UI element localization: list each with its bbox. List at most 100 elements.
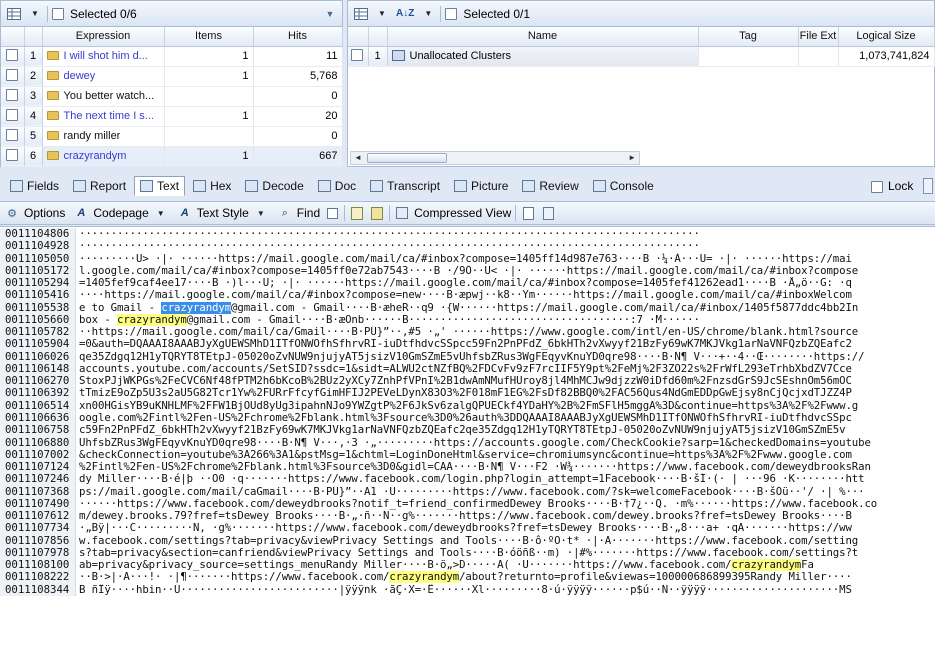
compressed-view-button[interactable]: Compressed View: [414, 206, 511, 220]
row-checkbox-cell[interactable]: [348, 46, 369, 67]
chevron-down-icon[interactable]: ▼: [253, 204, 269, 222]
header-name[interactable]: Name: [387, 27, 699, 47]
table-row[interactable]: 6 crazyrandym 1 667: [1, 146, 343, 167]
table-row[interactable]: 1 Unallocated Clusters 1,073,741,824: [348, 46, 935, 67]
panel-menu-icon[interactable]: ▼: [322, 5, 338, 23]
row-checkbox[interactable]: [6, 128, 18, 141]
lock-checkbox[interactable]: [871, 181, 883, 193]
line-offset: 0011105416: [0, 289, 76, 302]
toolbar-divider: [344, 205, 346, 221]
scroll-left-arrow[interactable]: ◄: [354, 153, 362, 162]
expression-cell[interactable]: You better watch...: [42, 86, 165, 107]
row-checkbox-cell[interactable]: [1, 66, 25, 87]
entries-table: Name Tag File Ext Logical Size 1 Unalloca…: [348, 27, 935, 67]
expression-cell[interactable]: The next time I s...: [42, 106, 165, 127]
table-row[interactable]: 5 randy miller 0: [1, 126, 343, 147]
options-button[interactable]: Options: [24, 206, 65, 220]
line-text: &checkConnection=youtube%3A266%3A1&pstMs…: [76, 449, 852, 461]
grid-icon[interactable]: [352, 5, 370, 23]
page-settings-icon[interactable]: [540, 204, 556, 222]
header-tag[interactable]: Tag: [698, 27, 799, 47]
tab-transcript-icon: [370, 180, 384, 192]
compressed-view-icon[interactable]: [394, 204, 410, 222]
header-logical-size[interactable]: Logical Size: [838, 27, 935, 47]
row-checkbox[interactable]: [6, 68, 18, 81]
tab-fields[interactable]: Fields: [4, 176, 65, 196]
line-text: ··B·>|·A···!· ·|¶·······https://www.face…: [76, 571, 852, 584]
scroll-right-arrow[interactable]: ►: [628, 153, 636, 162]
row-checkbox[interactable]: [6, 108, 18, 121]
expression-cell[interactable]: dewey: [42, 66, 165, 87]
text-line: 0011105904 =0&auth=DQAAAI8AAABJyXgUEWSMhD…: [0, 338, 935, 351]
chevron-down-icon[interactable]: ▼: [420, 5, 436, 23]
chevron-down-icon[interactable]: ▼: [153, 204, 169, 222]
name-cell[interactable]: Unallocated Clusters: [387, 46, 699, 67]
tab-text[interactable]: Text: [134, 176, 186, 196]
row-checkbox-cell[interactable]: [1, 106, 25, 127]
table-row[interactable]: 3 You better watch... 0: [1, 86, 343, 107]
tab-review[interactable]: Review: [516, 176, 584, 196]
page-icon[interactable]: [520, 204, 536, 222]
codepage-button[interactable]: Codepage: [93, 206, 148, 220]
expression-cell[interactable]: I will shot him d...: [42, 46, 165, 67]
line-offset: 0011107734: [0, 522, 76, 535]
header-items[interactable]: Items: [164, 27, 254, 47]
row-checkbox[interactable]: [6, 148, 18, 161]
tab-report[interactable]: Report: [67, 176, 132, 196]
search-results-table: Expression Items Hits 1 I will shot him d…: [1, 27, 343, 167]
chevron-down-icon[interactable]: ▼: [27, 5, 43, 23]
find-button[interactable]: Find: [297, 206, 320, 220]
line-offset: 0011106636: [0, 411, 76, 425]
row-checkbox[interactable]: [6, 48, 18, 61]
row-checkbox[interactable]: [6, 88, 18, 101]
tab-transcript[interactable]: Transcript: [364, 176, 446, 196]
table-row[interactable]: 1I will shot him d... 1 11: [1, 46, 343, 67]
header-file-ext[interactable]: File Ext: [798, 27, 839, 47]
line-offset: 0011108100: [0, 559, 76, 572]
text-style-button[interactable]: Text Style: [197, 206, 249, 220]
header-expression[interactable]: Expression: [42, 27, 165, 47]
bookmark-icon[interactable]: [369, 204, 385, 222]
select-all-checkbox[interactable]: [445, 7, 458, 20]
sort-az-icon[interactable]: A↓Z: [394, 5, 416, 23]
line-text: ········································…: [76, 228, 700, 240]
unallocated-clusters-icon: [391, 50, 405, 61]
options-icon[interactable]: ⚙: [4, 204, 20, 222]
text-content-area[interactable]: 0011104806 ······························…: [0, 226, 935, 647]
grid-icon[interactable]: [5, 5, 23, 23]
expression-cell[interactable]: crazyrandym: [42, 146, 165, 167]
chevron-down-icon[interactable]: ▼: [374, 5, 390, 23]
selected-count: Selected 0/6: [70, 6, 137, 21]
line-text: %2Fintl%2Fen-US%2Fchrome%2Fblank.html%3F…: [76, 461, 871, 473]
row-checkbox-cell[interactable]: [1, 46, 25, 67]
horizontal-scrollbar[interactable]: ◄ ►: [350, 151, 640, 165]
line-text: l.google.com/mail/ca/#inbox?compose=1405…: [76, 265, 858, 277]
table-row[interactable]: 2 dewey 1 5,768: [1, 66, 343, 87]
tab-hex[interactable]: Hex: [187, 176, 237, 196]
scroll-thumb[interactable]: [367, 153, 447, 163]
tab-console[interactable]: Console: [587, 176, 660, 196]
row-checkbox-cell[interactable]: [1, 86, 25, 107]
copy-icon[interactable]: [324, 204, 340, 222]
row-checkbox[interactable]: [351, 48, 363, 61]
expression-cell[interactable]: randy miller: [42, 126, 165, 147]
text-style-icon[interactable]: A: [177, 204, 193, 222]
text-line: 0011108344 B ñÎÿ····hbin··Ú··············…: [0, 583, 935, 596]
row-number: 5: [24, 126, 43, 147]
binoculars-icon[interactable]: ⌕: [277, 204, 293, 222]
codepage-icon[interactable]: A: [73, 204, 89, 222]
export-icon[interactable]: [349, 204, 365, 222]
table-header-row: Expression Items Hits: [1, 27, 343, 47]
tab-doc[interactable]: Doc: [312, 176, 362, 196]
expression-text: dewey: [63, 70, 96, 82]
tab-picture[interactable]: Picture: [448, 176, 514, 196]
table-row[interactable]: 4 The next time I s... 1 20: [1, 106, 343, 127]
tab-decode[interactable]: Decode: [239, 176, 309, 196]
row-checkbox-cell[interactable]: [1, 146, 25, 167]
row-checkbox-cell[interactable]: [1, 126, 25, 147]
header-hits[interactable]: Hits: [253, 27, 343, 47]
line-text: ········································…: [76, 240, 700, 252]
tag-cell[interactable]: [698, 46, 799, 67]
select-all-checkbox[interactable]: [52, 7, 64, 20]
pane-options-icon[interactable]: [923, 178, 933, 194]
